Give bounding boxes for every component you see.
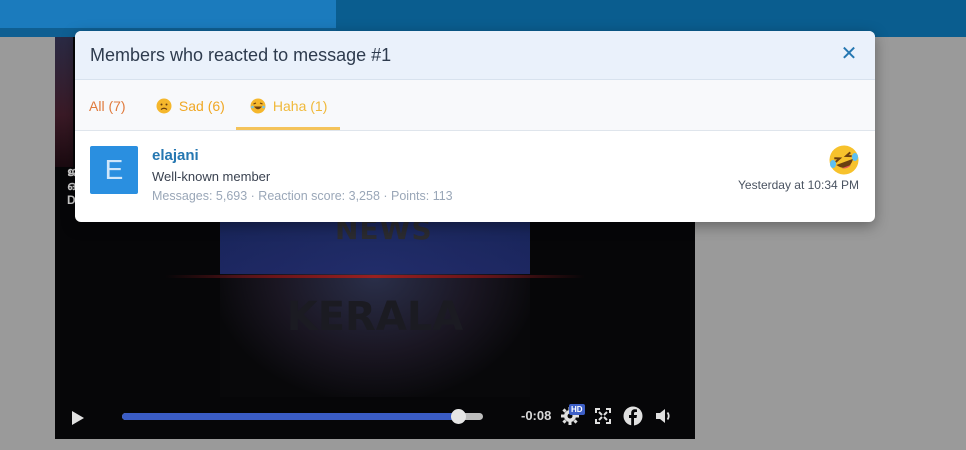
hd-badge: HD	[569, 404, 585, 415]
tab-all[interactable]: All (7)	[89, 80, 126, 130]
tab-sad-label: Sad (6)	[178, 98, 225, 114]
modal-header: Members who reacted to message #1 ✕	[75, 31, 875, 80]
avatar[interactable]: E	[90, 146, 138, 194]
video-progress-bar[interactable]	[122, 409, 483, 424]
video-side-thumbnail	[55, 37, 73, 167]
video-controls: -0:08 HD	[55, 397, 695, 439]
facebook-icon[interactable]	[623, 406, 643, 426]
header-nav-area	[0, 0, 336, 28]
member-stats: Messages: 5,693 · Reaction score: 3,258 …	[152, 189, 453, 203]
haha-emoji-icon	[829, 145, 859, 175]
close-icon[interactable]: ✕	[839, 44, 859, 64]
member-username[interactable]: elajani	[152, 147, 199, 164]
video-red-line	[165, 275, 585, 278]
tab-haha[interactable]: Haha (1)	[236, 80, 340, 130]
video-progress-handle[interactable]	[450, 409, 466, 424]
video-logo-text: KERALA	[286, 294, 464, 340]
tab-haha-label: Haha (1)	[272, 98, 328, 114]
modal-title: Members who reacted to message #1	[90, 45, 392, 65]
fullscreen-icon[interactable]	[595, 408, 611, 424]
time-remaining: -0:08	[521, 408, 552, 423]
tab-sad[interactable]: Sad (6)	[156, 80, 225, 130]
reaction-time: Yesterday at 10:34 PM	[738, 178, 859, 192]
volume-icon[interactable]	[655, 407, 673, 425]
sad-emoji-icon	[156, 98, 172, 114]
reactions-modal: Members who reacted to message #1 ✕ All …	[75, 31, 875, 222]
member-title: Well-known member	[152, 169, 271, 184]
video-progress-fill	[122, 413, 458, 420]
haha-emoji-icon	[250, 98, 266, 114]
reaction-tabs: All (7) Sad (6) Haha (1)	[75, 80, 875, 131]
tab-all-label: All (7)	[89, 98, 126, 114]
play-icon[interactable]	[71, 410, 85, 426]
list-item: E elajani Well-known member Messages: 5,…	[75, 131, 875, 221]
